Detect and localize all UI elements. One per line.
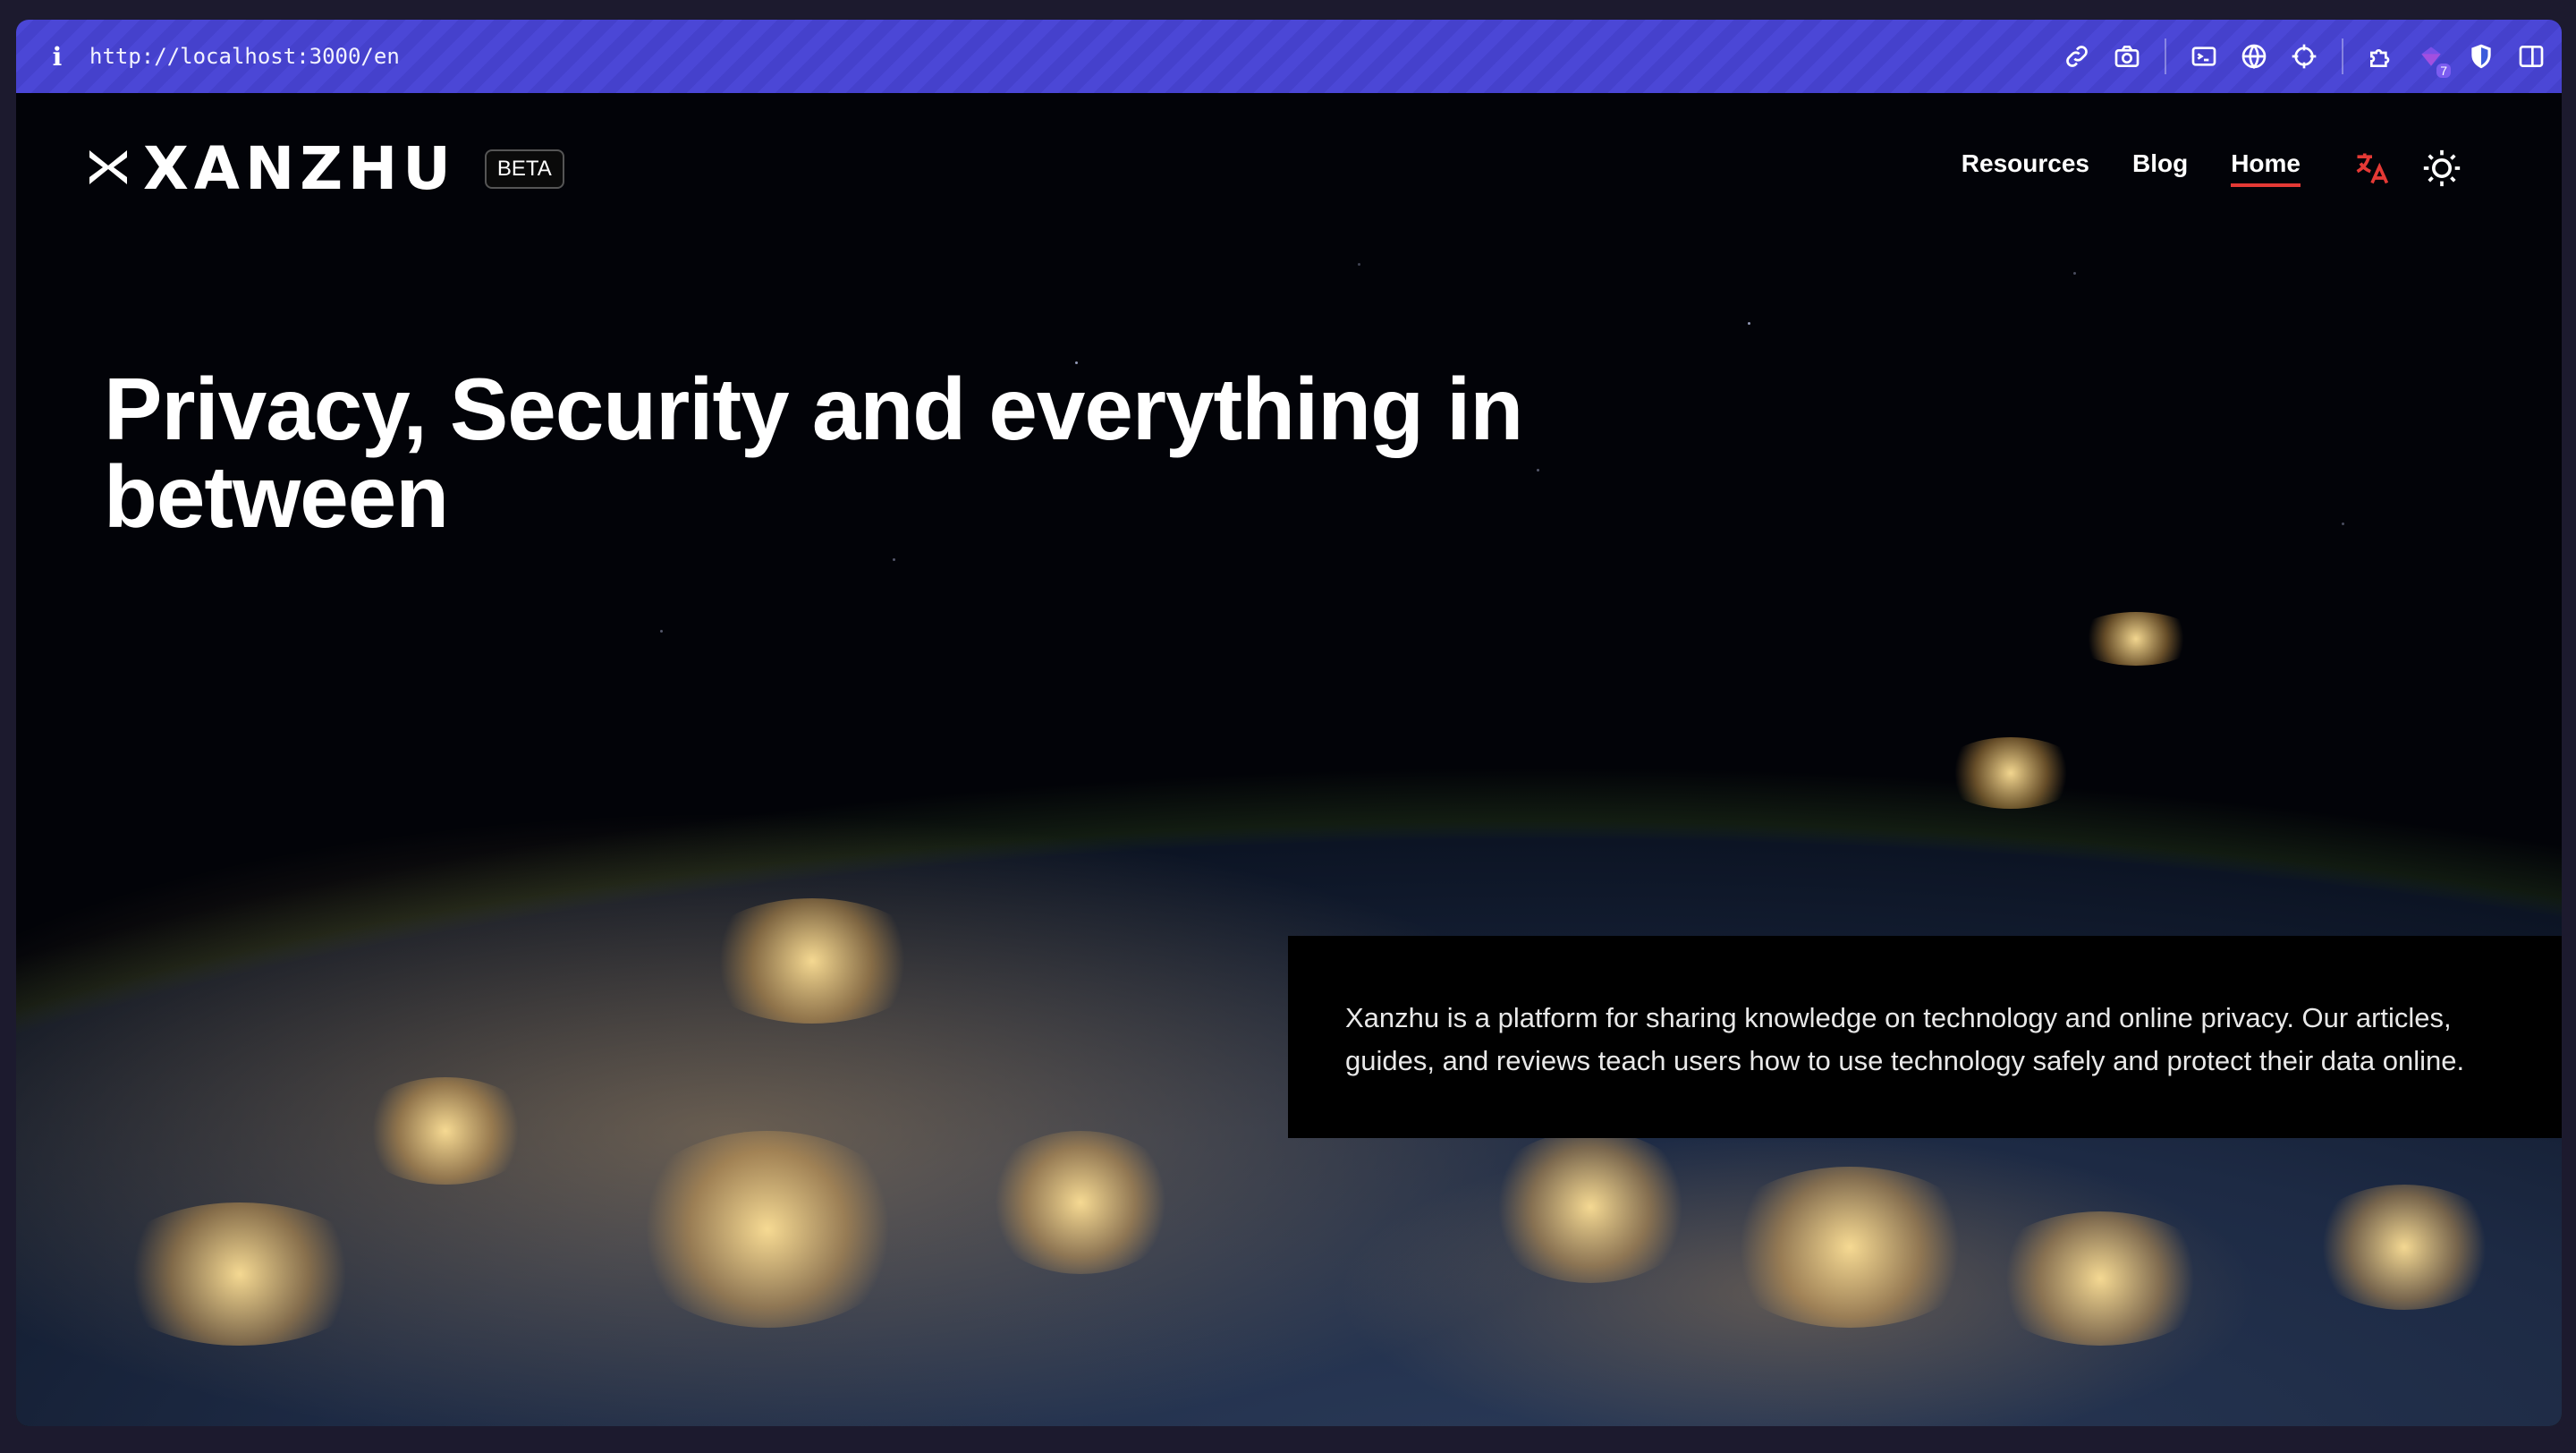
nav-blog[interactable]: Blog (2132, 149, 2188, 187)
globe-icon[interactable] (2238, 40, 2270, 72)
site-logo[interactable]: XANZHU BETA (86, 140, 564, 199)
link-icon[interactable] (2061, 40, 2093, 72)
shield-icon[interactable] (2465, 40, 2497, 72)
puzzle-icon[interactable] (2365, 40, 2397, 72)
hero-headline: Privacy, Security and everything in betw… (104, 360, 1523, 546)
toolbar-divider (2342, 38, 2343, 74)
camera-icon[interactable] (2111, 40, 2143, 72)
hero-description-box: Xanzhu is a platform for sharing knowled… (1288, 936, 2562, 1138)
hero-section: XANZHU BETA Resources Blog Home Privacy,… (16, 93, 2562, 1426)
main-nav: Resources Blog Home (1919, 149, 2462, 188)
theme-toggle-sun-icon[interactable] (2422, 149, 2462, 188)
site-header: XANZHU BETA Resources Blog Home (16, 93, 2562, 245)
browser-window: i http://localhost:3000/en 7 XANZHU BETA… (16, 20, 2562, 1426)
url-bar-actions: 7 (2061, 38, 2547, 78)
site-info-icon[interactable]: i (36, 42, 79, 72)
translate-icon[interactable] (2352, 149, 2392, 188)
url-bar: i http://localhost:3000/en 7 (16, 20, 2562, 93)
toolbar-divider (2165, 38, 2166, 74)
nav-home[interactable]: Home (2231, 149, 2301, 187)
extension-gem-icon[interactable]: 7 (2415, 40, 2451, 78)
sidebar-icon[interactable] (2515, 40, 2547, 72)
brand-name: XANZHU (143, 134, 456, 203)
url-text[interactable]: http://localhost:3000/en (89, 44, 400, 69)
extension-badge: 7 (2436, 64, 2451, 78)
xanzhu-logo-icon (86, 147, 131, 192)
nav-resources[interactable]: Resources (1962, 149, 2089, 187)
beta-badge: BETA (484, 149, 564, 189)
terminal-icon[interactable] (2188, 40, 2220, 72)
hero-description: Xanzhu is a platform for sharing knowled… (1345, 1002, 2465, 1076)
crosshair-icon[interactable] (2288, 40, 2320, 72)
